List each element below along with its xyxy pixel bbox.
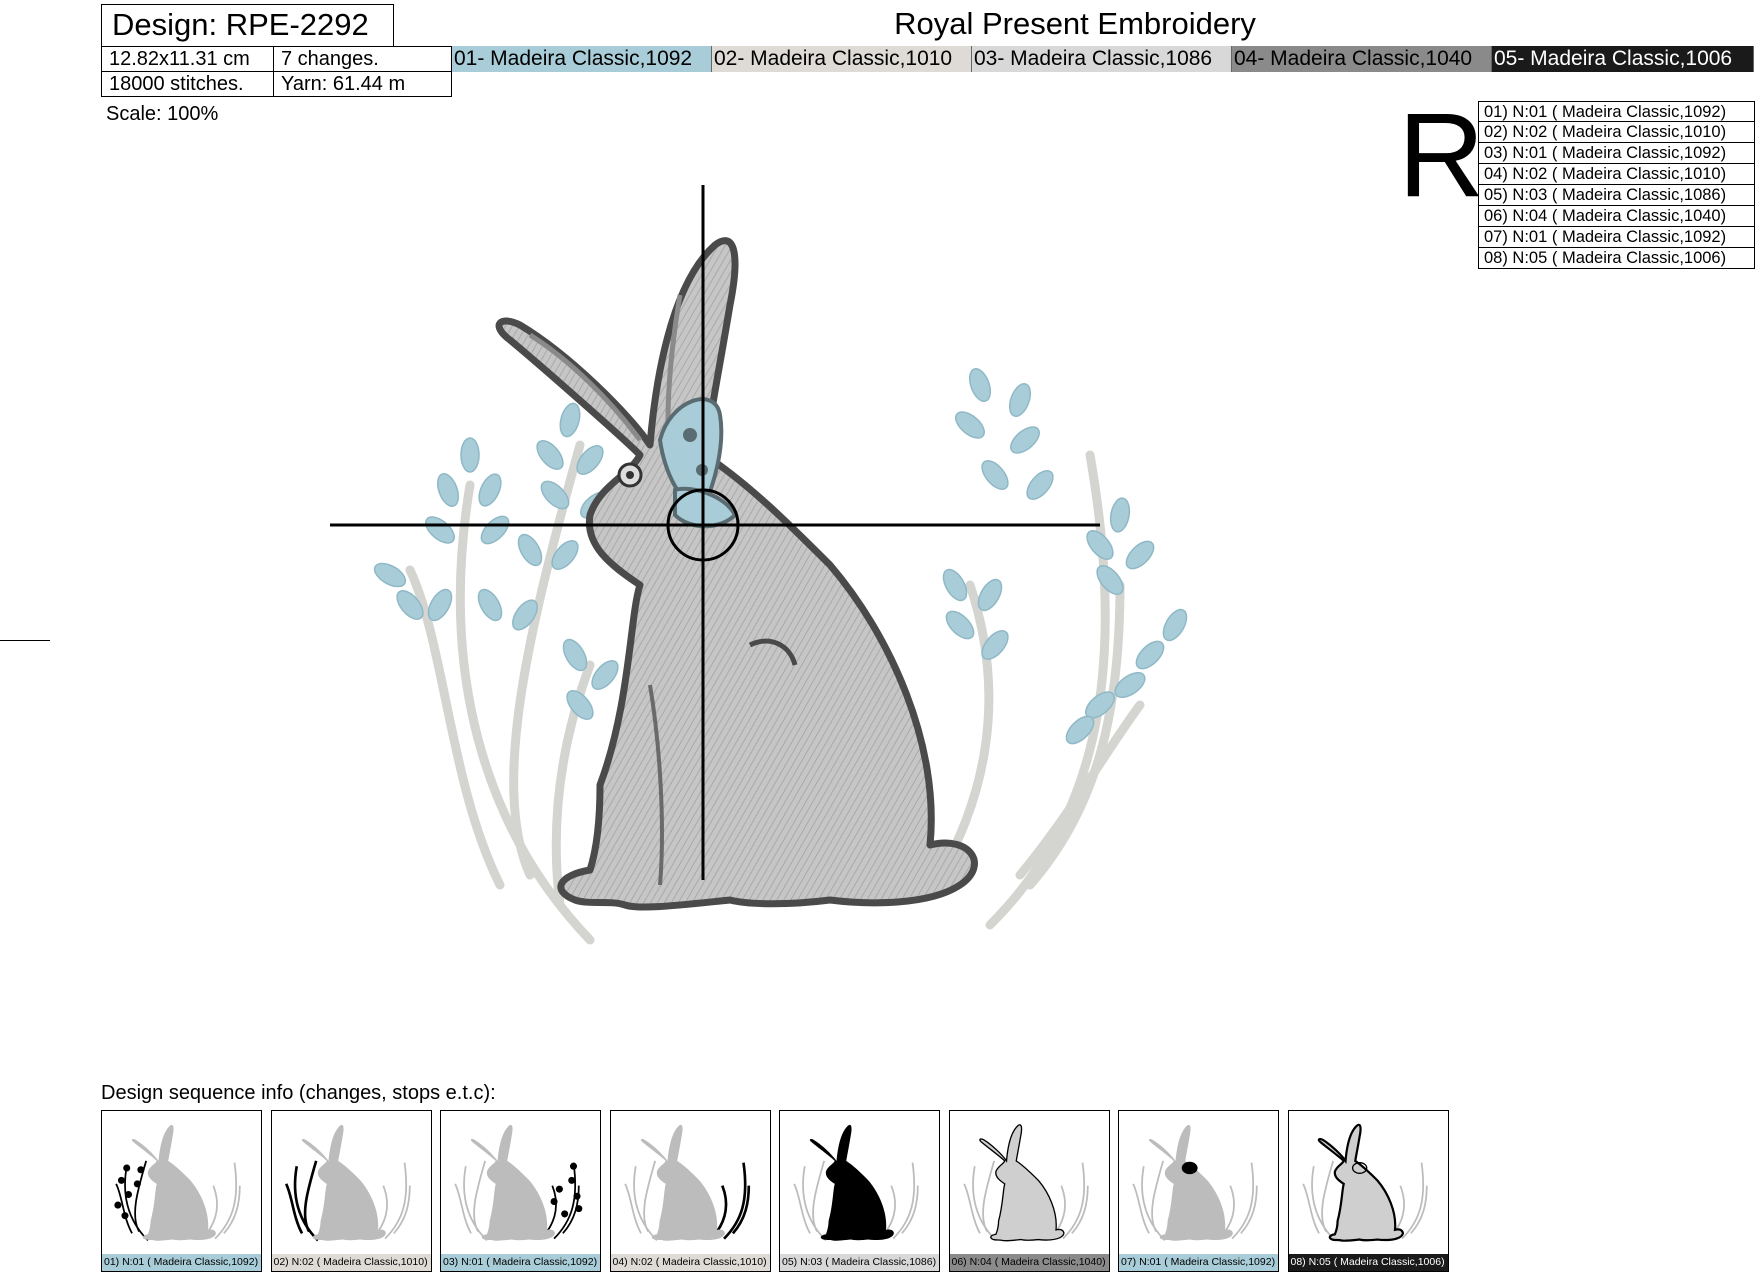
thumbnail-caption: 02) N:02 ( Madeira Classic,1010) xyxy=(271,1254,431,1271)
thumb-leaf xyxy=(117,1176,125,1184)
sequence-thumbnail: 02) N:02 ( Madeira Classic,1010) xyxy=(270,1110,432,1272)
sequence-row: 08) N:05 ( Madeira Classic,1006) xyxy=(1478,248,1755,269)
embroidery-preview xyxy=(330,185,1193,945)
palette-swatch: 01- Madeira Classic,1092 xyxy=(452,46,712,72)
design-size: 12.82x11.31 cm xyxy=(101,46,274,72)
sequence-header: Design sequence info (changes, stops e.t… xyxy=(101,1082,496,1104)
thumb-right-wreath xyxy=(1393,1162,1428,1240)
sequence-row: 07) N:01 ( Madeira Classic,1092) xyxy=(1478,227,1755,248)
thumb-rabbit xyxy=(809,1124,894,1241)
thumb-left-wreath xyxy=(1132,1160,1166,1242)
sequence-row: 04) N:02 ( Madeira Classic,1010) xyxy=(1478,164,1755,185)
thumbnail-caption: 07) N:01 ( Madeira Classic,1092) xyxy=(1119,1254,1278,1271)
thumb-leaf xyxy=(133,1180,141,1188)
color-changes: 7 changes. xyxy=(273,46,452,72)
thumbnail-caption: 01) N:01 ( Madeira Classic,1092) xyxy=(102,1254,261,1271)
sequence-thumbnail: 05) N:03 ( Madeira Classic,1086) xyxy=(779,1110,940,1272)
right-wreath xyxy=(935,365,1193,930)
thumb-leaf xyxy=(114,1201,122,1209)
stitch-sequence-list: 01) N:01 ( Madeira Classic,1092) 02) N:02… xyxy=(1478,101,1755,269)
thumbnail-caption: 03) N:01 ( Madeira Classic,1092) xyxy=(441,1254,600,1271)
thumb-bow xyxy=(1181,1161,1198,1175)
sequence-row: 05) N:03 ( Madeira Classic,1086) xyxy=(1478,185,1755,206)
palette-swatch: 04- Madeira Classic,1040 xyxy=(1232,46,1492,72)
thumbnail-caption: 04) N:02 ( Madeira Classic,1010) xyxy=(610,1254,770,1271)
thumb-leaf xyxy=(568,1176,576,1184)
sequence-thumbnail: 03) N:01 ( Madeira Classic,1092) xyxy=(440,1110,601,1272)
thumb-right-wreath xyxy=(207,1162,241,1240)
thumb-rabbit xyxy=(131,1124,216,1241)
thumbnail-preview xyxy=(284,1124,411,1242)
thumb-rabbit xyxy=(470,1124,555,1241)
thumb-rabbit xyxy=(301,1124,386,1241)
scale-label: Scale: 100% xyxy=(106,103,219,125)
thumbnail-preview xyxy=(1301,1123,1428,1242)
thumb-left-wreath xyxy=(284,1160,319,1242)
thumbnail-preview xyxy=(454,1124,583,1242)
sequence-thumbnail: 07) N:01 ( Madeira Classic,1092) xyxy=(1118,1110,1279,1272)
thumbnail-preview xyxy=(623,1124,750,1242)
thumbnail-caption: 08) N:05 ( Madeira Classic,1006) xyxy=(1288,1254,1448,1271)
thumb-left-wreath xyxy=(1301,1160,1336,1242)
thumb-leaf xyxy=(124,1190,133,1199)
thumb-rabbit xyxy=(978,1124,1064,1242)
thumb-leaf xyxy=(575,1205,583,1213)
sequence-thumbnail: 04) N:02 ( Madeira Classic,1010) xyxy=(609,1110,771,1272)
thumb-right-wreath xyxy=(715,1162,750,1240)
rabbit xyxy=(495,237,978,911)
thumb-right-wreath xyxy=(1224,1162,1258,1240)
thumbnail-preview xyxy=(793,1124,919,1242)
yarn-length: Yarn: 61.44 m xyxy=(273,71,452,97)
rotation-marker: R xyxy=(1398,88,1485,222)
thumb-left-wreath xyxy=(793,1160,827,1242)
thumb-leaf xyxy=(573,1192,581,1200)
thumbnail-caption: 06) N:04 ( Madeira Classic,1040) xyxy=(949,1254,1109,1271)
sequence-row: 02) N:02 ( Madeira Classic,1010) xyxy=(1478,122,1755,143)
thumb-leaf xyxy=(123,1164,131,1172)
thumb-left-wreath xyxy=(962,1160,997,1242)
sequence-row: 03) N:01 ( Madeira Classic,1092) xyxy=(1478,143,1755,164)
sequence-thumbnail: 08) N:05 ( Madeira Classic,1006) xyxy=(1287,1110,1449,1272)
thumb-rabbit xyxy=(640,1124,725,1241)
thumb-rabbit xyxy=(1317,1123,1404,1242)
thumbnail-preview xyxy=(962,1124,1089,1242)
brand-title: Royal Present Embroidery xyxy=(894,6,1256,41)
sequence-thumbnails: 01) N:01 ( Madeira Classic,1092) 02) N:02… xyxy=(101,1110,1449,1272)
thumbnail-caption: 05) N:03 ( Madeira Classic,1086) xyxy=(780,1254,939,1271)
left-wreath xyxy=(370,400,624,945)
thumb-right-wreath xyxy=(376,1162,411,1240)
thumbnail-preview xyxy=(114,1124,241,1242)
palette-swatch: 05- Madeira Classic,1006 xyxy=(1492,46,1754,72)
thumb-left-wreath xyxy=(454,1160,488,1242)
palette-swatch: 02- Madeira Classic,1010 xyxy=(712,46,972,72)
design-title: Design: RPE-2292 xyxy=(101,4,394,47)
palette-swatch: 03- Madeira Classic,1086 xyxy=(972,46,1232,72)
thumb-leaf xyxy=(121,1212,129,1220)
thumb-right-wreath xyxy=(1054,1162,1089,1240)
thread-palette: 01- Madeira Classic,1092 02- Madeira Clas… xyxy=(452,46,1754,72)
thumbnail-preview xyxy=(1132,1124,1258,1242)
thumb-rabbit xyxy=(1148,1124,1233,1241)
sequence-row: 06) N:04 ( Madeira Classic,1040) xyxy=(1478,206,1755,227)
sequence-row: 01) N:01 ( Madeira Classic,1092) xyxy=(1478,101,1755,122)
sequence-thumbnail: 01) N:01 ( Madeira Classic,1092) xyxy=(101,1110,262,1272)
thumb-left-wreath xyxy=(623,1160,658,1242)
thumb-leaf xyxy=(555,1185,563,1193)
edge-tick-mark xyxy=(0,640,50,641)
thumb-leaf xyxy=(550,1198,558,1206)
stitch-count: 18000 stitches. xyxy=(101,71,274,97)
sequence-thumbnail: 06) N:04 ( Madeira Classic,1040) xyxy=(948,1110,1110,1272)
thumb-leaf xyxy=(137,1166,145,1174)
thumb-leaf xyxy=(561,1210,569,1218)
thumb-leaf xyxy=(569,1162,578,1170)
thumb-left-wreath xyxy=(115,1160,149,1242)
thumb-right-wreath xyxy=(885,1162,919,1240)
